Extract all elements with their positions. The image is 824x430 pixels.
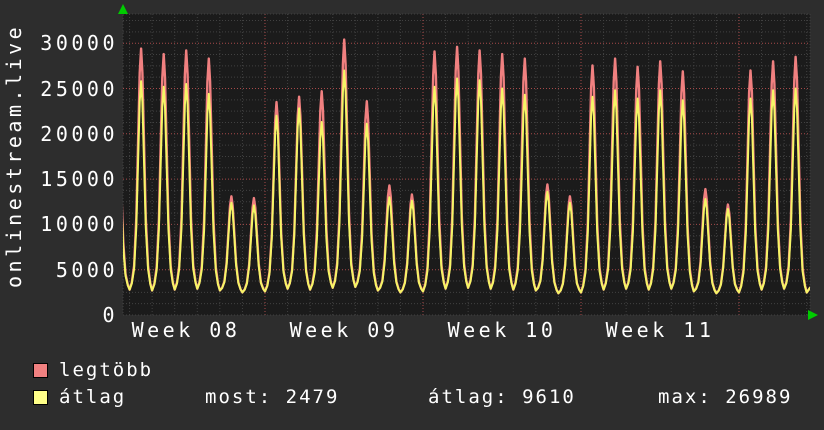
legend-swatch-atlag	[33, 390, 48, 405]
x-tick-label: Week 11	[605, 318, 715, 342]
x-tick-label: Week 09	[289, 318, 399, 342]
legend-label-legtobb: legtöbb	[59, 359, 154, 381]
rrd-graph-panel: onlinestream.live 0 5000 10000 15000 20000 25…	[0, 0, 824, 430]
y-tick-label: 15000	[40, 167, 118, 192]
x-tick-label: Week 10	[447, 318, 557, 342]
stat-most: most: 2479	[205, 386, 340, 408]
legend-label-atlag: átlag	[59, 386, 127, 408]
axis-arrow-up-icon	[118, 4, 128, 14]
y-tick-label: 20000	[40, 121, 118, 146]
y-tick-label: 30000	[40, 31, 118, 56]
y-tick-label: 0	[102, 303, 118, 327]
axis-arrow-right-icon	[808, 310, 818, 320]
stat-atlag: átlag: 9610	[428, 386, 576, 408]
y-tick-label: 5000	[55, 257, 118, 282]
x-tick-label: Week 08	[131, 318, 241, 342]
y-tick-label: 10000	[40, 212, 118, 237]
stat-max: max: 26989	[658, 386, 793, 408]
y-tick-label: 25000	[40, 76, 118, 101]
legend-swatch-legtobb	[33, 363, 48, 378]
